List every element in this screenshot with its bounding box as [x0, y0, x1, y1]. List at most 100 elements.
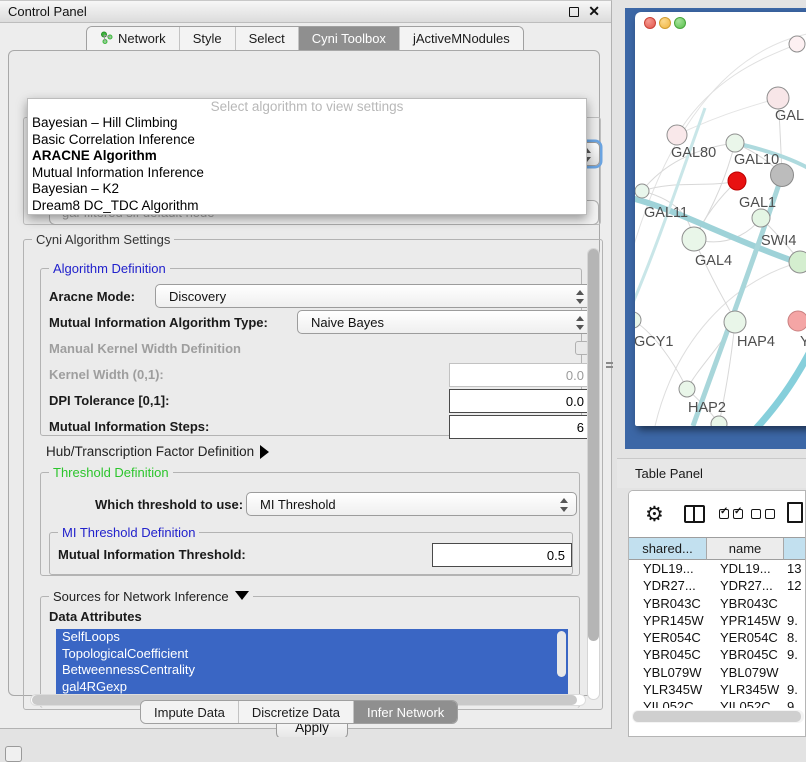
- algorithm-option[interactable]: Bayesian – K2: [28, 181, 586, 198]
- cell-name: YIL052C: [707, 698, 784, 708]
- node-label-GAL: GAL: [775, 108, 804, 124]
- table-row[interactable]: YIL052CYIL052C9: [629, 698, 806, 708]
- tab-jactivemnodules[interactable]: jActiveMNodules: [400, 27, 523, 50]
- network-node-HAP4[interactable]: [724, 311, 746, 333]
- attribute-list-scrollbar[interactable]: [556, 631, 567, 693]
- attribute-item[interactable]: BetweennessCentrality: [56, 662, 568, 679]
- table-row[interactable]: YDR27...YDR27...12: [629, 577, 806, 594]
- network-node[interactable]: [711, 416, 727, 426]
- tab-cyni-toolbox[interactable]: Cyni Toolbox: [299, 27, 400, 50]
- dpi-tolerance-field[interactable]: 0.0: [449, 389, 591, 413]
- table-row[interactable]: YLR345WYLR345W9.: [629, 681, 806, 698]
- tab-label: Network: [118, 31, 166, 46]
- node-label-HAP4: HAP4: [737, 334, 775, 350]
- cell-name: YDR27...: [707, 577, 784, 594]
- deselect-all-checkboxes-icon[interactable]: [751, 509, 775, 519]
- algorithm-option[interactable]: Mutual Information Inference: [28, 165, 586, 182]
- mi-threshold-field[interactable]: 0.5: [432, 543, 572, 567]
- table-row[interactable]: YER054CYER054C8.: [629, 629, 806, 646]
- cell-value: 8.: [784, 629, 806, 646]
- cell-name: YPR145W: [707, 612, 784, 629]
- column-header[interactable]: name: [707, 538, 784, 560]
- scrollbar-thumb[interactable]: [588, 249, 599, 641]
- bottom-left-panel-button[interactable]: [5, 746, 22, 762]
- tab-impute-data[interactable]: Impute Data: [141, 701, 239, 723]
- network-node-SWI4[interactable]: [789, 251, 806, 273]
- node-label-GAL80: GAL80: [671, 145, 716, 161]
- gear-icon[interactable]: ⚙: [645, 502, 664, 527]
- which-threshold-select[interactable]: MI Threshold: [246, 492, 577, 516]
- file-icon[interactable]: [787, 502, 803, 523]
- node-label-GCY1: GCY1: [635, 334, 674, 350]
- algorithm-option[interactable]: Dream8 DC_TDC Algorithm: [28, 198, 586, 215]
- network-graph[interactable]: GALGAL80GAL10GAL1GAL11GAL4SWI4GCY1HAP4YH…: [635, 12, 806, 426]
- network-node-GAL11[interactable]: [635, 184, 649, 198]
- scrollbar-thumb[interactable]: [557, 631, 566, 677]
- network-node[interactable]: [728, 172, 746, 190]
- algorithm-option[interactable]: ARACNE Algorithm: [28, 148, 586, 165]
- kernel-width-field[interactable]: 0.0: [449, 363, 591, 387]
- scrollbar-thumb[interactable]: [633, 711, 801, 722]
- float-window-icon[interactable]: [569, 7, 579, 17]
- attribute-item[interactable]: TopologicalCoefficient: [56, 646, 568, 663]
- hub-definition-expander[interactable]: Hub/Transcription Factor Definition: [46, 444, 269, 459]
- data-attributes-list[interactable]: SelfLoopsTopologicalCoefficientBetweenne…: [56, 629, 568, 695]
- algorithm-definition-title: Algorithm Definition: [49, 261, 170, 276]
- network-node-GAL80[interactable]: [667, 125, 687, 145]
- panel-resize-handle[interactable]: [606, 362, 613, 372]
- threshold-definition-title: Threshold Definition: [49, 465, 173, 480]
- select-all-checkboxes-icon[interactable]: [719, 509, 743, 519]
- network-node-HAP2[interactable]: [679, 381, 695, 397]
- mi-threshold-definition-group: MI Threshold Definition Mutual Informati…: [49, 532, 573, 575]
- dropdown-placeholder: Select algorithm to view settings: [28, 99, 586, 115]
- tab-label: Cyni Toolbox: [312, 31, 386, 46]
- mi-algorithm-type-select[interactable]: Naive Bayes: [297, 310, 593, 334]
- network-node-GAL[interactable]: [767, 87, 789, 109]
- table-panel-bar: Table Panel: [617, 458, 806, 488]
- network-node-GAL4[interactable]: [682, 227, 706, 251]
- dropdown-items: Bayesian – Hill ClimbingBasic Correlatio…: [28, 115, 586, 214]
- mi-algorithm-type-label: Mutual Information Algorithm Type:: [49, 315, 268, 330]
- table-row[interactable]: YBR043CYBR043C: [629, 595, 806, 612]
- settings-vertical-scrollbar[interactable]: [587, 248, 600, 700]
- column-header[interactable]: shared...: [629, 538, 707, 560]
- network-view-window[interactable]: GALGAL80GAL10GAL1GAL11GAL4SWI4GCY1HAP4YH…: [635, 12, 806, 426]
- table-row[interactable]: YBL079WYBL079W: [629, 664, 806, 681]
- cell-value: [784, 664, 806, 681]
- stepper-arrows-icon: [576, 315, 584, 331]
- table-row[interactable]: YDL19...YDL19...13: [629, 560, 806, 577]
- network-node-Y[interactable]: [788, 311, 806, 331]
- columns-icon[interactable]: [684, 505, 705, 523]
- tab-network[interactable]: Network: [87, 27, 180, 50]
- close-icon[interactable]: ✕: [588, 3, 600, 20]
- algorithm-option[interactable]: Bayesian – Hill Climbing: [28, 115, 586, 132]
- cell-name: YER054C: [707, 629, 784, 646]
- table-row[interactable]: YBR045CYBR045C9.: [629, 646, 806, 663]
- tab-label: Select: [249, 31, 285, 46]
- control-panel-titlebar[interactable]: Control Panel ✕: [0, 1, 611, 23]
- attribute-item[interactable]: SelfLoops: [56, 629, 568, 646]
- cell-name: YBR045C: [707, 646, 784, 663]
- cell-value: 9.: [784, 646, 806, 663]
- tab-discretize-data[interactable]: Discretize Data: [239, 701, 354, 723]
- kernel-width-label: Kernel Width (0,1):: [49, 367, 164, 382]
- tab-style[interactable]: Style: [180, 27, 236, 50]
- tab-infer-network[interactable]: Infer Network: [354, 701, 457, 723]
- cell-shared-name: YLR345W: [629, 681, 707, 698]
- attribute-item[interactable]: gal4RGexp: [56, 679, 568, 696]
- column-header[interactable]: [784, 538, 806, 560]
- table-row[interactable]: YPR145WYPR145W9.: [629, 612, 806, 629]
- sources-title[interactable]: Sources for Network Inference: [49, 589, 253, 604]
- algorithm-option[interactable]: Basic Correlation Inference: [28, 132, 586, 149]
- network-node[interactable]: [789, 36, 805, 52]
- network-node-GAL10[interactable]: [726, 134, 744, 152]
- cell-shared-name: YDL19...: [629, 560, 707, 577]
- table-horizontal-scrollbar[interactable]: [632, 710, 804, 723]
- cell-name: YBR043C: [707, 595, 784, 612]
- tab-select[interactable]: Select: [236, 27, 299, 50]
- control-panel-window: Control Panel ✕ Network Style Select Cyni T…: [0, 0, 612, 729]
- node-label-Y: Y: [800, 334, 806, 350]
- network-node-GAL1[interactable]: [752, 209, 770, 227]
- mi-steps-field[interactable]: 6: [449, 415, 591, 439]
- aracne-mode-select[interactable]: Discovery: [155, 284, 593, 308]
